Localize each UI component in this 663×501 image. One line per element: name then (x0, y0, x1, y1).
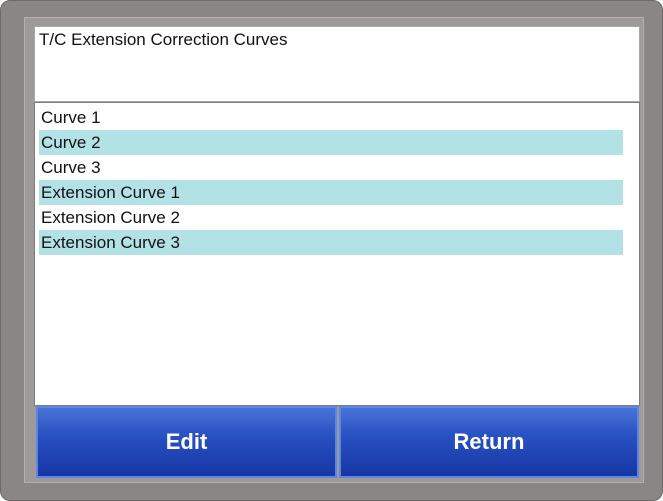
list-item-curve-2[interactable]: Curve 2 (39, 130, 623, 155)
title-panel: T/C Extension Correction Curves (34, 26, 640, 102)
list-item-curve-1[interactable]: Curve 1 (39, 105, 623, 130)
edit-button[interactable]: Edit (36, 406, 337, 478)
page-title: T/C Extension Correction Curves (39, 30, 288, 49)
list-item-extension-curve-1[interactable]: Extension Curve 1 (39, 180, 623, 205)
list-item-extension-curve-3[interactable]: Extension Curve 3 (39, 230, 623, 255)
return-button[interactable]: Return (339, 406, 639, 478)
list-item-extension-curve-2[interactable]: Extension Curve 2 (39, 205, 623, 230)
curve-list: Curve 1 Curve 2 Curve 3 Extension Curve … (34, 102, 640, 406)
list-item-curve-3[interactable]: Curve 3 (39, 155, 623, 180)
